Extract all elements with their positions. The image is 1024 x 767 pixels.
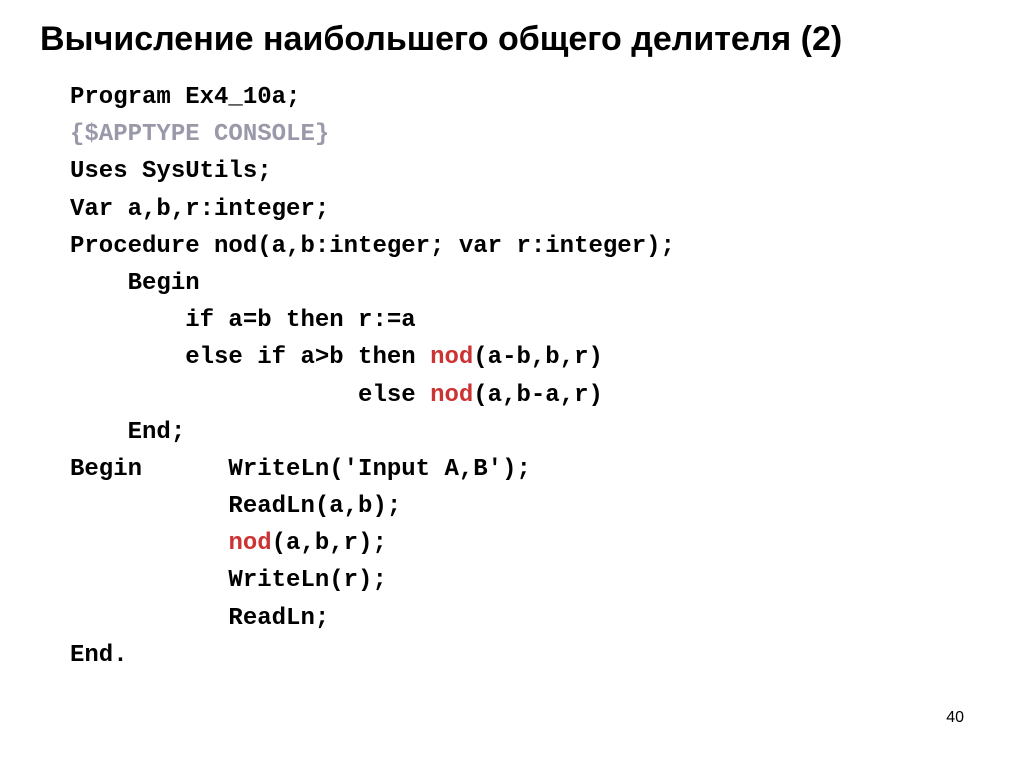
code-block: Program Ex4_10a; {$APPTYPE CONSOLE} Uses… bbox=[40, 79, 984, 674]
code-line-4: Var a,b,r:integer; bbox=[70, 191, 984, 228]
slide-title: Вычисление наибольшего общего делителя (… bbox=[40, 20, 984, 59]
code-line-9: else nod(a,b-a,r) bbox=[70, 377, 984, 414]
code-line-12: ReadLn(a,b); bbox=[70, 488, 984, 525]
code-line-14: WriteLn(r); bbox=[70, 562, 984, 599]
code-line-1: Program Ex4_10a; bbox=[70, 79, 984, 116]
code-line-2: {$APPTYPE CONSOLE} bbox=[70, 116, 984, 153]
code-line-13: nod(a,b,r); bbox=[70, 525, 984, 562]
page-number: 40 bbox=[946, 709, 964, 727]
code-line-16: End. bbox=[70, 637, 984, 674]
code-line-8: else if a>b then nod(a-b,b,r) bbox=[70, 339, 984, 376]
code-line-10: End; bbox=[70, 414, 984, 451]
code-line-3: Uses SysUtils; bbox=[70, 153, 984, 190]
code-line-6: Begin bbox=[70, 265, 984, 302]
code-line-7: if a=b then r:=a bbox=[70, 302, 984, 339]
code-line-15: ReadLn; bbox=[70, 600, 984, 637]
code-line-11: Begin WriteLn('Input A,B'); bbox=[70, 451, 984, 488]
code-line-5: Procedure nod(a,b:integer; var r:integer… bbox=[70, 228, 984, 265]
